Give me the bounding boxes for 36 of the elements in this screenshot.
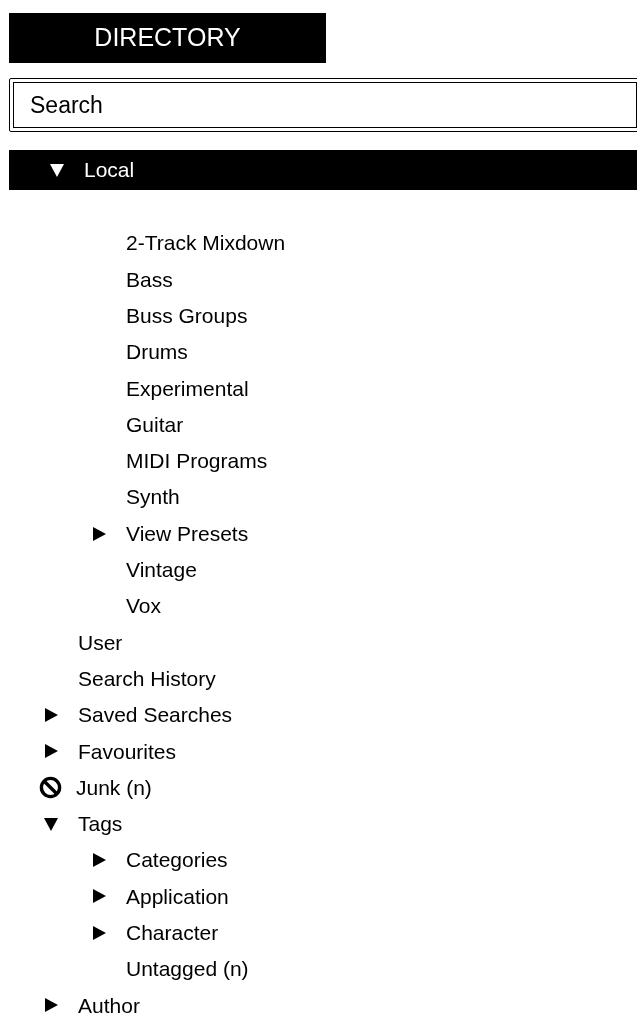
triangle-down-icon[interactable] bbox=[49, 162, 65, 178]
triangle-right-icon[interactable] bbox=[43, 707, 59, 723]
tree-item-label: View Presets bbox=[126, 520, 249, 547]
directory-title: DIRECTORY bbox=[9, 13, 326, 63]
triangle-down-icon[interactable] bbox=[43, 815, 59, 832]
tree-item-label: Guitar bbox=[126, 411, 184, 438]
tree-item-label: Application bbox=[126, 883, 229, 910]
tree-item-label: Untagged (n) bbox=[126, 956, 249, 983]
triangle-right-icon[interactable] bbox=[43, 743, 59, 760]
prohibited-icon bbox=[39, 776, 62, 800]
tree-item-label: Tags bbox=[78, 811, 123, 838]
tree-item-label: Saved Searches bbox=[78, 702, 233, 729]
triangle-right-icon[interactable] bbox=[91, 525, 107, 542]
tree-item-label: Vox bbox=[126, 593, 162, 620]
search-field[interactable]: Search bbox=[9, 78, 637, 132]
tree-item-label: Favourites bbox=[78, 738, 177, 765]
tree-item-label: Junk (n) bbox=[76, 774, 152, 801]
tree-item-label: 2-Track Mixdown bbox=[126, 230, 286, 257]
triangle-right-icon[interactable] bbox=[43, 997, 59, 1014]
triangle-right-icon[interactable] bbox=[91, 852, 107, 869]
tree-item[interactable]: Local bbox=[9, 150, 637, 190]
tree-item-label: Vintage bbox=[126, 557, 197, 584]
tree-item-label: Local bbox=[84, 157, 135, 184]
tree-item-label: MIDI Programs bbox=[126, 448, 268, 475]
tree-item-label: Experimental bbox=[126, 375, 249, 402]
tree-item-label: Bass bbox=[126, 266, 173, 293]
tree-item-label: Synth bbox=[126, 484, 180, 511]
tree-item-label: Author bbox=[78, 992, 140, 1019]
triangle-right-icon[interactable] bbox=[91, 924, 107, 941]
triangle-right-icon[interactable] bbox=[91, 888, 107, 905]
tree-item-label: User bbox=[78, 629, 123, 656]
tree-item-label: Drums bbox=[126, 339, 188, 366]
tree-item-label: Categories bbox=[126, 847, 228, 874]
tree-item-label: Search History bbox=[78, 665, 216, 692]
tree-item-label: Character bbox=[126, 920, 219, 947]
tree-item-label: Buss Groups bbox=[126, 303, 248, 329]
